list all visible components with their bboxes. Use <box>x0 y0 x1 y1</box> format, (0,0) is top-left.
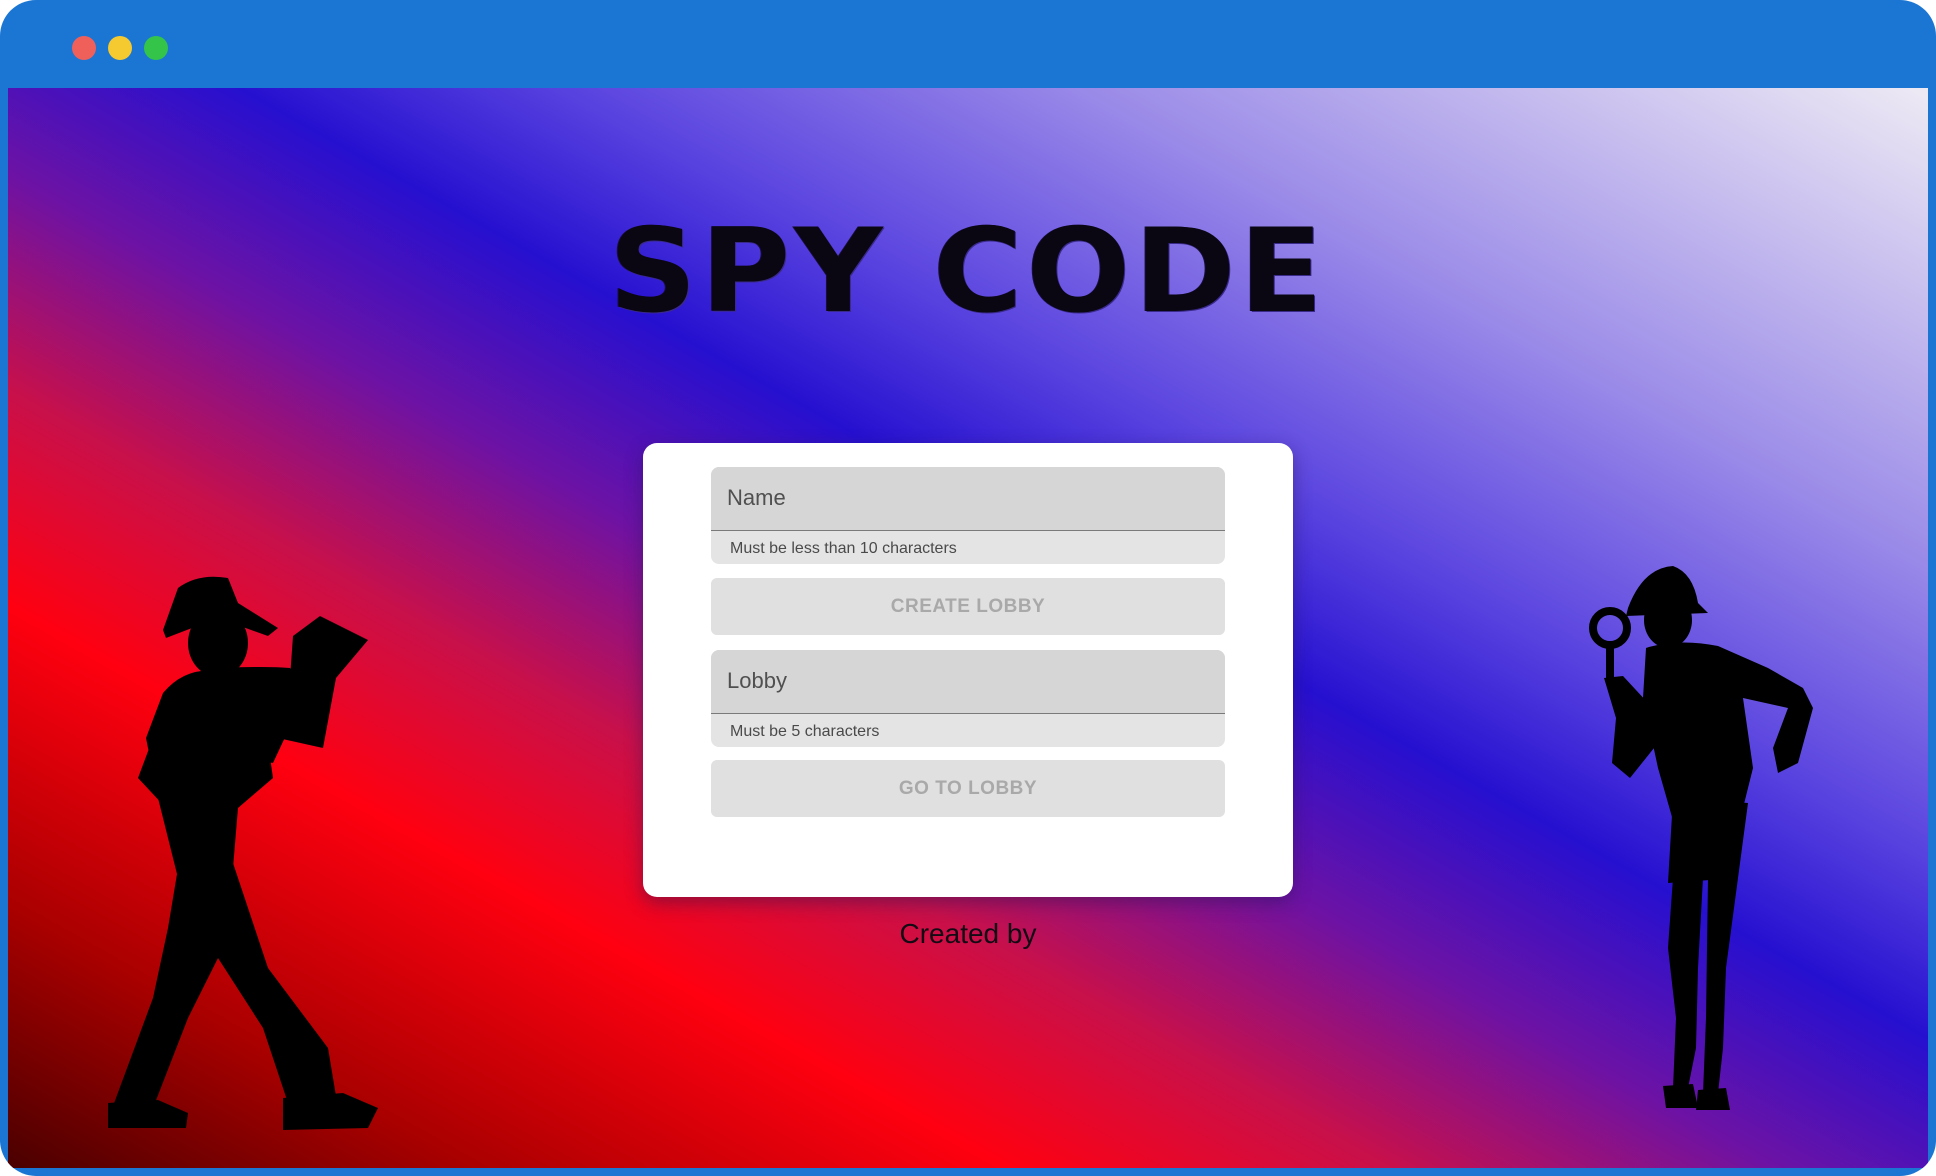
name-input[interactable]: Name <box>711 467 1225 531</box>
create-lobby-button[interactable]: CREATE LOBBY <box>711 578 1225 635</box>
name-hint: Must be less than 10 characters <box>730 540 957 557</box>
name-field[interactable]: Name Must be less than 10 characters <box>711 467 1225 564</box>
name-placeholder: Name <box>727 485 786 510</box>
lobby-field[interactable]: Lobby Must be 5 characters <box>711 650 1225 747</box>
lobby-input[interactable]: Lobby <box>711 650 1225 714</box>
lobby-hint: Must be 5 characters <box>730 723 880 740</box>
close-window-button[interactable] <box>72 36 96 60</box>
spy-man-silhouette <box>108 576 378 1130</box>
page-viewport: SPY CODE Name Must be less than 10 chara… <box>8 88 1928 1168</box>
lobby-form-card: Name Must be less than 10 characters CRE… <box>643 443 1293 897</box>
minimize-window-button[interactable] <box>108 36 132 60</box>
logo-title: SPY CODE <box>609 203 1327 339</box>
browser-window: SPY CODE Name Must be less than 10 chara… <box>0 0 1936 1176</box>
go-to-lobby-button[interactable]: GO TO LOBBY <box>711 760 1225 817</box>
maximize-window-button[interactable] <box>144 36 168 60</box>
title-bar <box>0 0 1936 88</box>
spy-woman-silhouette <box>1589 566 1813 1110</box>
footer-credit: Created by <box>899 918 1037 949</box>
lobby-placeholder: Lobby <box>727 668 787 693</box>
